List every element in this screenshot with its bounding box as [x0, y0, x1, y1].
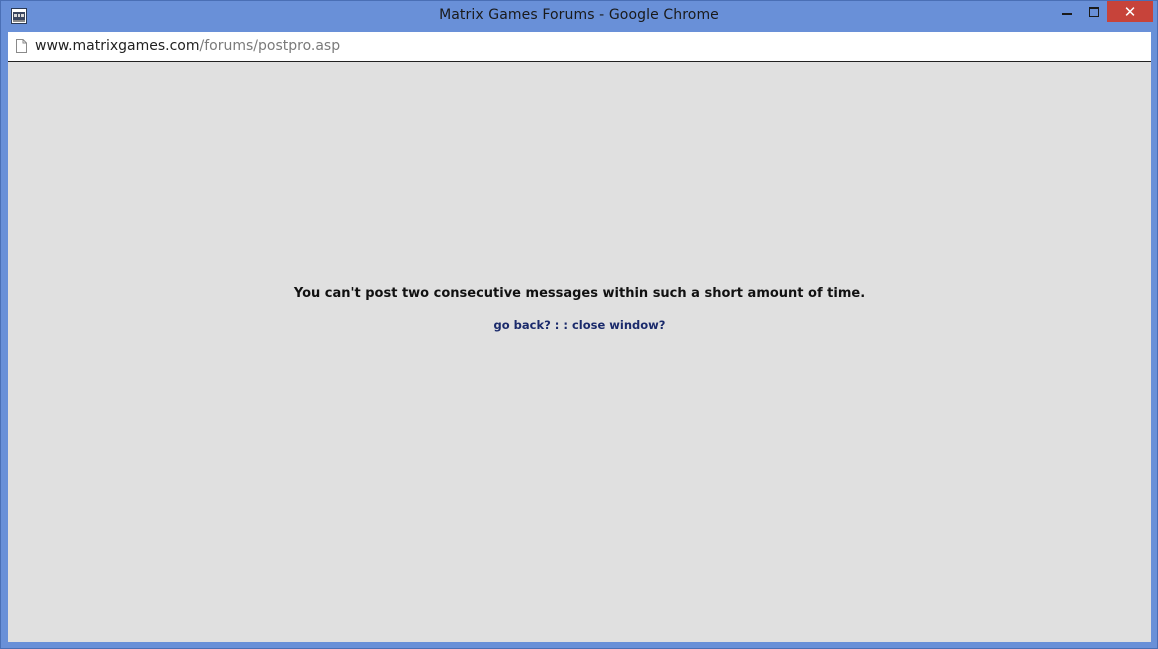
- window-title: Matrix Games Forums - Google Chrome: [439, 7, 719, 23]
- page-icon: [16, 39, 27, 53]
- maximize-icon: [1089, 7, 1099, 17]
- close-window-link[interactable]: close window?: [572, 318, 666, 332]
- go-back-link[interactable]: go back?: [494, 318, 551, 332]
- close-icon: ✕: [1123, 3, 1137, 21]
- page-content: You can't post two consecutive messages …: [8, 62, 1151, 642]
- maximize-button[interactable]: [1080, 1, 1107, 22]
- error-message: You can't post two consecutive messages …: [293, 286, 866, 301]
- title-bar[interactable]: Matrix Games Forums - Google Chrome ✕: [1, 1, 1157, 31]
- url-path: /forums/postpro.asp: [199, 38, 341, 54]
- minimize-button[interactable]: [1053, 1, 1080, 22]
- link-separator: : :: [550, 318, 572, 332]
- action-links: go back? : : close window?: [8, 318, 1151, 332]
- minimize-icon: [1062, 13, 1072, 15]
- url-host: www.matrixgames.com: [35, 38, 200, 54]
- url-text[interactable]: www.matrixgames.com/forums/postpro.asp: [35, 37, 340, 55]
- browser-window: Matrix Games Forums - Google Chrome ✕ ww…: [0, 0, 1158, 649]
- address-bar[interactable]: www.matrixgames.com/forums/postpro.asp: [8, 32, 1151, 62]
- close-button[interactable]: ✕: [1107, 1, 1153, 22]
